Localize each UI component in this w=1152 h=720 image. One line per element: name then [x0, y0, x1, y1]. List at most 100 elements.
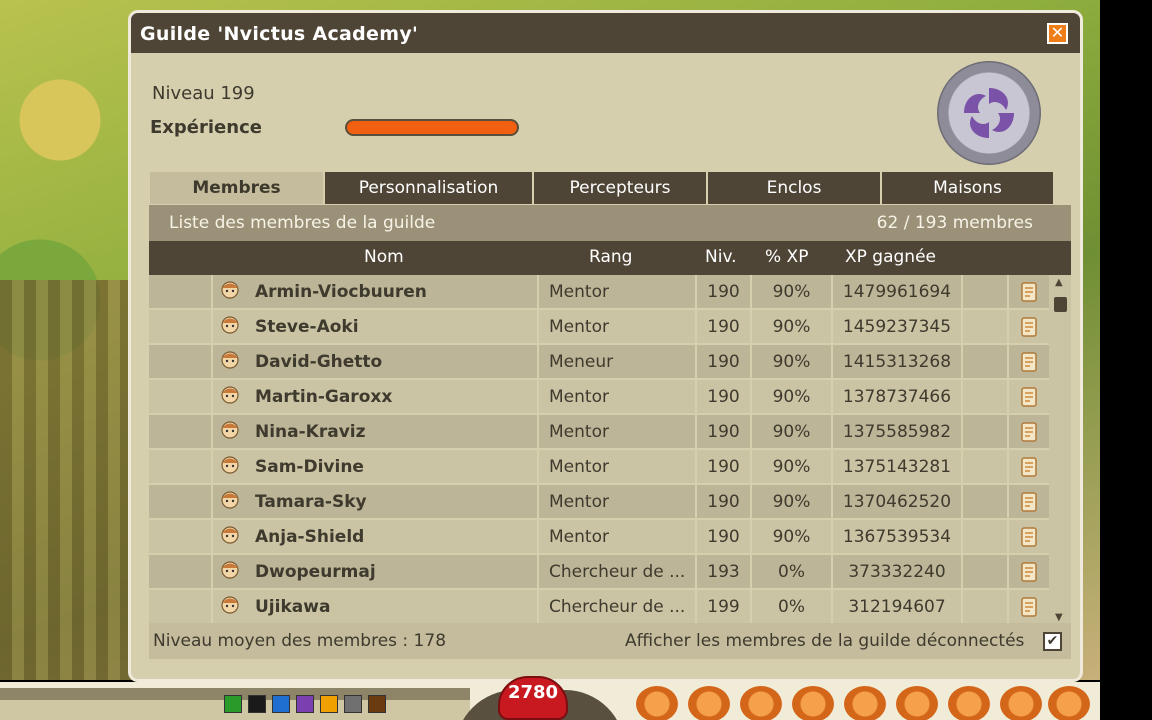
green-hat-avatar-icon: [211, 310, 247, 344]
member-rank: Mentor: [537, 380, 695, 414]
spell-slot-1-icon[interactable]: [636, 686, 678, 720]
member-xp-earned: 1378737466: [831, 380, 961, 414]
tab-bar: Membres Personnalisation Percepteurs Enc…: [149, 171, 1054, 205]
member-name[interactable]: Anja-Shield: [247, 520, 537, 554]
game-background-fence: [0, 280, 135, 680]
brown-hair-avatar-icon: [211, 520, 247, 554]
scroll-thumb[interactable]: [1054, 297, 1067, 312]
scroll-parchment-icon[interactable]: [1007, 590, 1049, 624]
experience-label: Expérience: [150, 117, 262, 138]
member-name[interactable]: Ujikawa: [247, 590, 537, 624]
spell-slot-7-icon[interactable]: [948, 686, 990, 720]
member-level: 190: [695, 450, 750, 484]
chat-channel-toggle[interactable]: [272, 695, 290, 713]
table-row[interactable]: Tamara-Sky Mentor 190 90% 1370462520: [149, 485, 1049, 519]
chat-channel-toggle[interactable]: [296, 695, 314, 713]
guild-level: Niveau 199: [152, 83, 255, 104]
member-name[interactable]: Dwopeurmaj: [247, 555, 537, 589]
member-name[interactable]: Tamara-Sky: [247, 485, 537, 519]
column-rank[interactable]: Rang: [589, 247, 632, 267]
member-xp-earned: 1370462520: [831, 485, 961, 519]
scroll-parchment-icon[interactable]: [1007, 450, 1049, 484]
spell-slot-5-icon[interactable]: [844, 686, 886, 720]
member-name[interactable]: Martin-Garoxx: [247, 380, 537, 414]
column-xp-percent[interactable]: % XP: [765, 247, 808, 267]
member-xp-percent: 90%: [750, 485, 831, 519]
window-title: Guilde 'Nvictus Academy': [131, 13, 1080, 53]
tab-membres[interactable]: Membres: [149, 171, 324, 205]
table-row[interactable]: Dwopeurmaj Chercheur de ... 193 0% 37333…: [149, 555, 1049, 589]
white-beard-avatar-icon: [211, 555, 247, 589]
scroll-parchment-icon[interactable]: [1007, 520, 1049, 554]
member-name[interactable]: David-Ghetto: [247, 345, 537, 379]
table-row[interactable]: Steve-Aoki Mentor 190 90% 1459237345: [149, 310, 1049, 344]
life-points[interactable]: 2780: [498, 676, 568, 720]
member-xp-percent: 90%: [750, 415, 831, 449]
orange-hair-avatar-icon: [211, 415, 247, 449]
right-edge: [1100, 0, 1152, 720]
member-spacer: [961, 520, 1007, 554]
spiky-hair-avatar-icon: [211, 590, 247, 624]
scroll-parchment-icon[interactable]: [1007, 275, 1049, 309]
column-level[interactable]: Niv.: [705, 247, 737, 267]
table-row[interactable]: Ujikawa Chercheur de ... 199 0% 31219460…: [149, 590, 1049, 624]
scroll-parchment-icon[interactable]: [1007, 380, 1049, 414]
scroll-parchment-icon[interactable]: [1007, 555, 1049, 589]
table-row[interactable]: Armin-Viocbuuren Mentor 190 90% 14799616…: [149, 275, 1049, 309]
member-xp-percent: 0%: [750, 555, 831, 589]
scroll-parchment-icon[interactable]: [1007, 415, 1049, 449]
table-row[interactable]: Martin-Garoxx Mentor 190 90% 1378737466: [149, 380, 1049, 414]
orange-avatar-icon: [211, 380, 247, 414]
table-row[interactable]: David-Ghetto Meneur 190 90% 1415313268: [149, 345, 1049, 379]
spell-slot-8-icon[interactable]: [1000, 686, 1042, 720]
member-level: 190: [695, 275, 750, 309]
chat-channel-toggle[interactable]: [320, 695, 338, 713]
member-xp-percent: 90%: [750, 345, 831, 379]
scroll-up-icon[interactable]: ▲: [1055, 277, 1063, 288]
scroll-parchment-icon[interactable]: [1007, 345, 1049, 379]
experience-bar-fill: [347, 121, 517, 134]
member-name[interactable]: Steve-Aoki: [247, 310, 537, 344]
chat-channel-toggle[interactable]: [344, 695, 362, 713]
tab-enclos[interactable]: Enclos: [707, 171, 881, 205]
chat-channel-toggle[interactable]: [368, 695, 386, 713]
member-name[interactable]: Sam-Divine: [247, 450, 537, 484]
member-level: 190: [695, 415, 750, 449]
table-row[interactable]: Nina-Kraviz Mentor 190 90% 1375585982: [149, 415, 1049, 449]
member-xp-percent: 90%: [750, 520, 831, 554]
column-name[interactable]: Nom: [364, 247, 404, 267]
member-rank: Mentor: [537, 415, 695, 449]
spell-slot-9-icon[interactable]: [1048, 686, 1090, 720]
member-xp-earned: 1367539534: [831, 520, 961, 554]
member-spacer: [961, 485, 1007, 519]
chat-channel-toggle[interactable]: [248, 695, 266, 713]
table-row[interactable]: Anja-Shield Mentor 190 90% 1367539534: [149, 520, 1049, 554]
tab-personnalisation[interactable]: Personnalisation: [324, 171, 533, 205]
member-name[interactable]: Nina-Kraviz: [247, 415, 537, 449]
spell-slot-3-icon[interactable]: [740, 686, 782, 720]
member-rank: Meneur: [537, 345, 695, 379]
member-level: 190: [695, 520, 750, 554]
tab-percepteurs[interactable]: Percepteurs: [533, 171, 707, 205]
table-row[interactable]: Sam-Divine Mentor 190 90% 1375143281: [149, 450, 1049, 484]
member-rank: Mentor: [537, 310, 695, 344]
average-level: Niveau moyen des membres : 178: [153, 631, 447, 651]
column-xp-earned[interactable]: XP gagnée: [845, 247, 936, 267]
spell-slot-6-icon[interactable]: [896, 686, 938, 720]
scroll-parchment-icon[interactable]: [1007, 310, 1049, 344]
close-button[interactable]: ✕: [1047, 23, 1068, 44]
member-level: 190: [695, 310, 750, 344]
scroll-parchment-icon[interactable]: [1007, 485, 1049, 519]
member-xp-percent: 0%: [750, 590, 831, 624]
members-list-title: Liste des membres de la guilde: [169, 213, 436, 233]
scroll-down-icon[interactable]: ▼: [1055, 612, 1063, 623]
spell-slot-2-icon[interactable]: [688, 686, 730, 720]
members-scrollbar[interactable]: ▲ ▼: [1049, 275, 1071, 625]
chat-channel-toggle[interactable]: [224, 695, 242, 713]
member-name[interactable]: Armin-Viocbuuren: [247, 275, 537, 309]
spell-slot-4-icon[interactable]: [792, 686, 834, 720]
member-rank: Mentor: [537, 520, 695, 554]
member-xp-percent: 90%: [750, 275, 831, 309]
tab-maisons[interactable]: Maisons: [881, 171, 1054, 205]
show-disconnected-checkbox[interactable]: ✔: [1043, 632, 1062, 651]
